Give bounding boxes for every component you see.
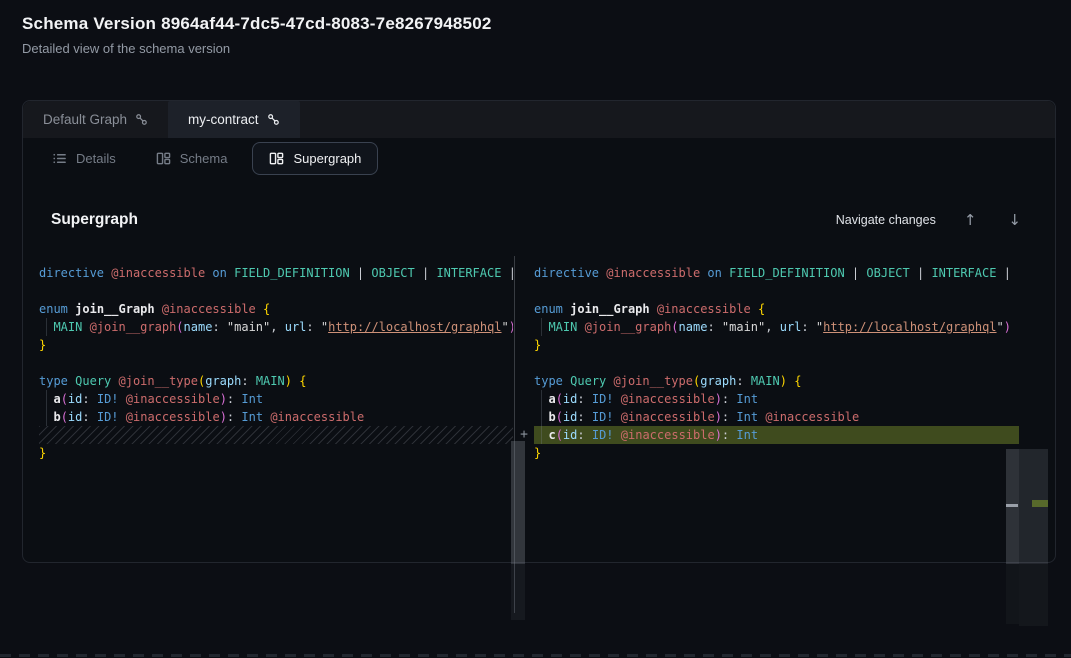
code-line: } xyxy=(39,444,513,462)
indent-guide xyxy=(46,408,47,426)
schema-version-card: Default Graph my-contract xyxy=(22,100,1056,563)
code-line xyxy=(39,282,513,300)
right-scrollbar-track xyxy=(1006,564,1019,624)
previous-change-button[interactable]: ↑ xyxy=(960,211,981,229)
tab-my-contract-label: my-contract xyxy=(188,112,259,127)
navigate-changes: Navigate changes ↑ ↓ xyxy=(836,211,1025,229)
code-line: MAIN @join__graph(name: "main", url: "ht… xyxy=(534,318,1019,336)
panel-heading: Supergraph xyxy=(51,211,138,229)
code-line: a(id: ID! @inaccessible): Int xyxy=(39,390,513,408)
indent-guide xyxy=(541,318,542,336)
indent-guide xyxy=(46,318,47,336)
indent-guide xyxy=(541,390,542,408)
code-line: enum join__Graph @inaccessible { xyxy=(534,300,1019,318)
code-line: b(id: ID! @inaccessible): Int @inaccessi… xyxy=(39,408,513,426)
code-line: a(id: ID! @inaccessible): Int xyxy=(534,390,1019,408)
tab-schema-label: Schema xyxy=(180,151,228,166)
variant-icon xyxy=(267,113,280,126)
tab-schema[interactable]: Schema xyxy=(141,142,243,175)
code-line xyxy=(39,354,513,372)
page-subtitle: Detailed view of the schema version xyxy=(22,41,492,56)
list-icon xyxy=(52,151,67,166)
tab-my-contract[interactable]: my-contract xyxy=(168,101,300,138)
code-line: } xyxy=(534,336,1019,354)
code-line: } xyxy=(534,444,1019,462)
minimap-track xyxy=(1019,564,1048,626)
navigate-changes-label: Navigate changes xyxy=(836,213,936,227)
minimap[interactable] xyxy=(1019,449,1048,564)
code-line: b(id: ID! @inaccessible): Int @inaccessi… xyxy=(534,408,1019,426)
tab-supergraph[interactable]: Supergraph xyxy=(252,142,378,175)
columns-icon xyxy=(269,151,284,166)
overview-ruler-marker xyxy=(1006,504,1018,507)
page-title: Schema Version 8964af44-7dc5-47cd-8083-7… xyxy=(22,14,492,34)
page-header: Schema Version 8964af44-7dc5-47cd-8083-7… xyxy=(22,14,492,56)
code-line: enum join__Graph @inaccessible { xyxy=(39,300,513,318)
code-line xyxy=(534,354,1019,372)
graph-variant-tabs: Default Graph my-contract xyxy=(23,101,1055,138)
minimap-added-marker xyxy=(1032,500,1048,507)
indent-guide xyxy=(541,426,542,444)
code-line: type Query @join__type(graph: MAIN) { xyxy=(39,372,513,390)
columns-icon xyxy=(156,151,171,166)
left-scrollbar-track xyxy=(511,564,525,620)
tab-default-graph[interactable]: Default Graph xyxy=(23,101,168,138)
tab-supergraph-label: Supergraph xyxy=(293,151,361,166)
code-line: MAIN @join__graph(name: "main", url: "ht… xyxy=(39,318,513,336)
diff-left-pane[interactable]: directive @inaccessible on FIELD_DEFINIT… xyxy=(31,256,513,563)
added-code-line: c(id: ID! @inaccessible): Int xyxy=(534,426,1019,444)
left-scrollbar[interactable] xyxy=(511,441,525,564)
tab-default-graph-label: Default Graph xyxy=(43,112,127,127)
tab-details[interactable]: Details xyxy=(37,142,131,175)
code-line xyxy=(534,282,1019,300)
panel-header: Supergraph Navigate changes ↑ ↓ xyxy=(51,211,1025,229)
diff-editor[interactable]: directive @inaccessible on FIELD_DEFINIT… xyxy=(31,256,1048,563)
indent-guide xyxy=(541,408,542,426)
next-change-button[interactable]: ↓ xyxy=(1004,211,1025,229)
code-line: directive @inaccessible on FIELD_DEFINIT… xyxy=(39,264,513,282)
view-tabs: Details Schema Supergraph xyxy=(23,138,1055,179)
variant-icon xyxy=(135,113,148,126)
code-line: } xyxy=(39,336,513,354)
diff-right-pane[interactable]: directive @inaccessible on FIELD_DEFINIT… xyxy=(533,256,1019,563)
code-line: directive @inaccessible on FIELD_DEFINIT… xyxy=(534,264,1019,282)
diff-filler-line xyxy=(39,426,513,444)
indent-guide xyxy=(46,390,47,408)
bottom-dashed-divider xyxy=(0,654,1071,657)
code-line: type Query @join__type(graph: MAIN) { xyxy=(534,372,1019,390)
tab-details-label: Details xyxy=(76,151,116,166)
